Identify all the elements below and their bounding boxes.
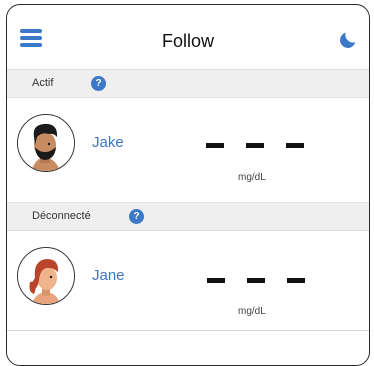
man-avatar-icon: [18, 115, 74, 171]
row-divider: [7, 330, 369, 331]
app-header: Follow: [7, 5, 369, 69]
section-header-deconnecte: Déconnecté ?: [7, 202, 369, 231]
avatar-jake: [17, 114, 75, 172]
glucose-value-placeholder: [207, 278, 307, 284]
user-name[interactable]: Jane: [92, 267, 125, 284]
help-icon[interactable]: ?: [91, 76, 106, 91]
user-row-jake[interactable]: Jake mg/dL: [7, 98, 369, 200]
avatar-jane: [17, 247, 75, 305]
section-label: Actif: [32, 77, 54, 89]
glucose-value-placeholder: [206, 143, 306, 149]
help-icon[interactable]: ?: [129, 209, 144, 224]
section-header-actif: Actif ?: [7, 69, 369, 98]
woman-avatar-icon: [18, 248, 74, 304]
app-frame: Follow Actif ? Jake mg/dL Déconnecté ? J…: [6, 4, 370, 366]
glucose-unit: mg/dL: [238, 172, 266, 183]
page-title: Follow: [161, 31, 214, 51]
user-row-jane[interactable]: Jane mg/dL: [7, 231, 369, 333]
moon-icon[interactable]: [337, 29, 359, 51]
glucose-unit: mg/dL: [238, 306, 266, 317]
section-label: Déconnecté: [32, 210, 91, 222]
user-name[interactable]: Jake: [92, 134, 124, 151]
